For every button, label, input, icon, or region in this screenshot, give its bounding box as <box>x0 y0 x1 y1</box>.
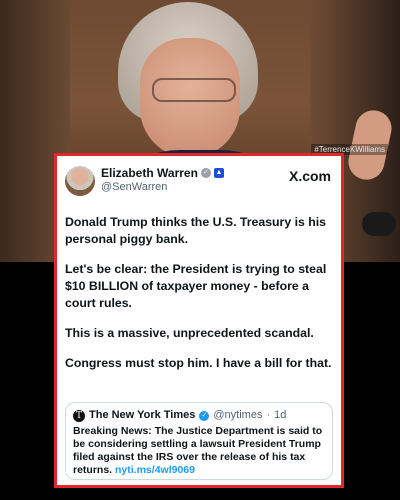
tweet-body: Donald Trump thinks the U.S. Treasury is… <box>65 214 333 372</box>
quoted-tweet-text: Breaking News: The Justice Department is… <box>73 425 325 477</box>
tweet-header: Elizabeth Warren ✓ ▲ @SenWarren X.com <box>65 166 333 200</box>
tweet-paragraph: Congress must stop him. I have a bill fo… <box>65 356 332 370</box>
author-display-name[interactable]: Elizabeth Warren <box>101 166 198 180</box>
quoted-text-body: Breaking News: The Justice Department is… <box>73 425 323 476</box>
tweet-paragraph: Donald Trump thinks the U.S. Treasury is… <box>65 215 327 246</box>
quoted-link[interactable]: nyti.ms/4wl9069 <box>115 464 195 476</box>
tweet-card[interactable]: Elizabeth Warren ✓ ▲ @SenWarren X.com Do… <box>54 153 344 488</box>
quoted-tweet[interactable]: T The New York Times ✓ @nytimes · 1d Bre… <box>65 402 333 480</box>
tweet-paragraph: Let's be clear: the President is trying … <box>65 262 327 310</box>
photo-microphone <box>362 212 396 236</box>
verified-badge-icon: ✓ <box>200 168 211 178</box>
quoted-timestamp[interactable]: 1d <box>274 409 286 422</box>
avatar[interactable] <box>65 166 95 196</box>
quoted-author-name[interactable]: The New York Times <box>89 409 195 422</box>
meta-separator: · <box>266 409 271 421</box>
quoted-tweet-header: T The New York Times ✓ @nytimes · 1d <box>73 409 325 422</box>
photo-person-glasses <box>152 78 236 102</box>
author-info: Elizabeth Warren ✓ ▲ @SenWarren <box>101 166 289 194</box>
quoted-author-handle[interactable]: @nytimes <box>213 409 262 422</box>
quoted-verified-badge-icon: ✓ <box>199 410 210 421</box>
author-handle[interactable]: @SenWarren <box>101 180 289 194</box>
x-logo: X.com <box>288 168 331 184</box>
tweet-paragraph: This is a massive, unprecedented scandal… <box>65 326 314 340</box>
government-badge-icon: ▲ <box>213 168 224 178</box>
nyt-logo-icon: T <box>73 409 85 422</box>
author-name-row: Elizabeth Warren ✓ ▲ <box>101 166 289 180</box>
